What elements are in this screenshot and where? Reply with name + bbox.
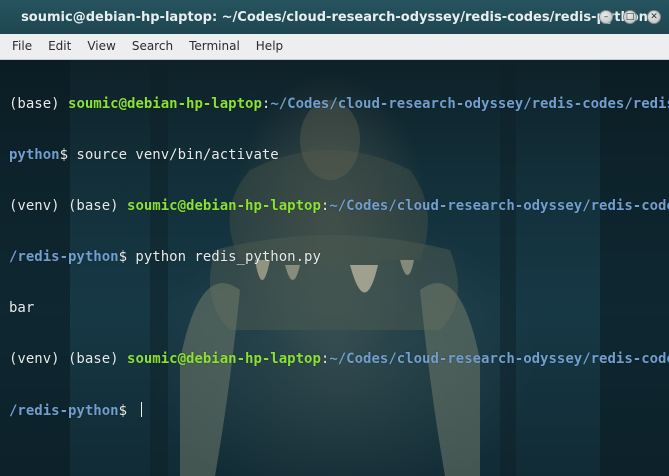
terminal-window: soumic@debian-hp-laptop: ~/Codes/cloud-r… <box>0 0 669 476</box>
menu-bar: File Edit View Search Terminal Help <box>0 34 669 60</box>
terminal-area[interactable]: (base) soumic@debian-hp-laptop:~/Codes/c… <box>0 60 669 476</box>
terminal-line: python$ source venv/bin/activate <box>9 147 279 163</box>
menu-view[interactable]: View <box>79 34 123 59</box>
window-controls: – □ ✕ <box>599 10 661 24</box>
text-cursor <box>141 402 143 417</box>
window-title: soumic@debian-hp-laptop: ~/Codes/cloud-r… <box>21 9 648 25</box>
menu-edit[interactable]: Edit <box>40 34 79 59</box>
menu-terminal[interactable]: Terminal <box>181 34 248 59</box>
terminal-line: /redis-python$ python redis_python.py <box>9 249 321 265</box>
terminal-prompt-line[interactable]: /redis-python$ <box>9 402 659 419</box>
minimize-button[interactable]: – <box>599 10 613 24</box>
title-bar[interactable]: soumic@debian-hp-laptop: ~/Codes/cloud-r… <box>0 0 669 34</box>
terminal-line: bar <box>9 300 35 316</box>
menu-help[interactable]: Help <box>248 34 291 59</box>
menu-search[interactable]: Search <box>124 34 181 59</box>
close-button[interactable]: ✕ <box>647 10 661 24</box>
menu-file[interactable]: File <box>0 34 40 59</box>
maximize-button[interactable]: □ <box>623 10 637 24</box>
terminal-line: (venv) (base) soumic@debian-hp-laptop:~/… <box>9 351 669 367</box>
terminal-line: (base) soumic@debian-hp-laptop:~/Codes/c… <box>9 96 669 112</box>
terminal-output: (base) soumic@debian-hp-laptop:~/Codes/c… <box>9 62 669 453</box>
terminal-line: (venv) (base) soumic@debian-hp-laptop:~/… <box>9 198 669 214</box>
